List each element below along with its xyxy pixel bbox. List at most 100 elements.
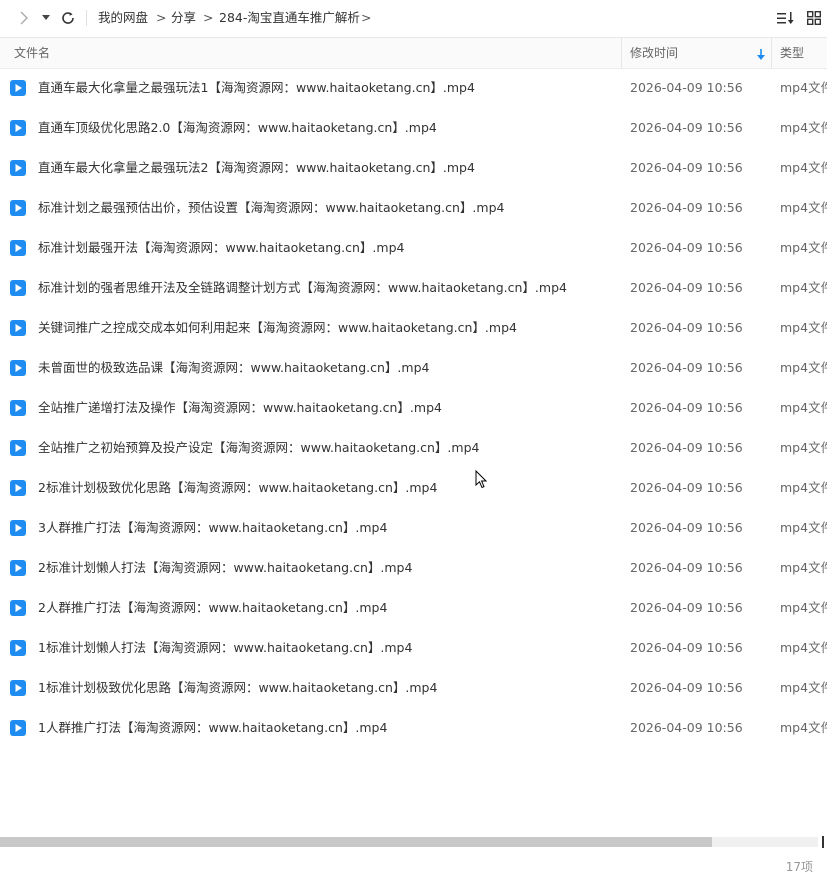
breadcrumb-separator: >	[156, 10, 167, 25]
file-type: mp4文件	[780, 520, 827, 535]
video-file-icon	[10, 400, 26, 416]
breadcrumb-separator: >	[361, 10, 372, 25]
file-modified-time: 2026-04-09 10:56	[630, 720, 743, 735]
column-name-header[interactable]: 文件名	[14, 38, 50, 68]
file-modified-time: 2026-04-09 10:56	[630, 360, 743, 375]
column-divider[interactable]	[771, 38, 772, 68]
video-file-icon	[10, 720, 26, 736]
file-row[interactable]: 全站推广之初始预算及投产设定【海淘资源网：www.haitaoketang.cn…	[0, 428, 827, 468]
file-modified-time: 2026-04-09 10:56	[630, 520, 743, 535]
file-modified-time: 2026-04-09 10:56	[630, 80, 743, 95]
toolbar: 我的网盘 > 分享 > 284-淘宝直通车推广解析 >	[0, 0, 827, 36]
video-file-icon	[10, 680, 26, 696]
file-name: 标准计划最强开法【海淘资源网：www.haitaoketang.cn】.mp4	[38, 240, 405, 255]
video-file-icon	[10, 360, 26, 376]
file-modified-time: 2026-04-09 10:56	[630, 480, 743, 495]
breadcrumb-current-folder[interactable]: 284-淘宝直通车推广解析	[219, 9, 360, 27]
file-name: 3人群推广打法【海淘资源网：www.haitaoketang.cn】.mp4	[38, 520, 388, 535]
video-file-icon	[10, 160, 26, 176]
video-file-icon	[10, 600, 26, 616]
video-file-icon	[10, 320, 26, 336]
file-modified-time: 2026-04-09 10:56	[630, 640, 743, 655]
column-type-header[interactable]: 类型	[780, 38, 804, 68]
file-row[interactable]: 未曾面世的极致选品课【海淘资源网：www.haitaoketang.cn】.mp…	[0, 348, 827, 388]
file-type: mp4文件	[780, 440, 827, 455]
file-name: 1标准计划极致优化思路【海淘资源网：www.haitaoketang.cn】.m…	[38, 680, 438, 695]
file-modified-time: 2026-04-09 10:56	[630, 600, 743, 615]
breadcrumb-separator: >	[203, 10, 214, 25]
sort-list-icon[interactable]	[776, 0, 796, 36]
video-file-icon	[10, 520, 26, 536]
file-type: mp4文件	[780, 360, 827, 375]
column-modified-header[interactable]: 修改时间	[630, 38, 678, 68]
file-row[interactable]: 3人群推广打法【海淘资源网：www.haitaoketang.cn】.mp4 2…	[0, 508, 827, 548]
grid-view-icon[interactable]	[804, 0, 824, 36]
forward-icon[interactable]	[12, 0, 36, 36]
file-name: 直通车最大化拿量之最强玩法1【海淘资源网：www.haitaoketang.cn…	[38, 80, 475, 95]
file-name: 1人群推广打法【海淘资源网：www.haitaoketang.cn】.mp4	[38, 720, 388, 735]
file-type: mp4文件	[780, 560, 827, 575]
column-header: 文件名 修改时间 类型	[0, 37, 827, 69]
file-row[interactable]: 全站推广递增打法及操作【海淘资源网：www.haitaoketang.cn】.m…	[0, 388, 827, 428]
file-modified-time: 2026-04-09 10:56	[630, 440, 743, 455]
video-file-icon	[10, 120, 26, 136]
toolbar-divider	[86, 10, 87, 26]
file-name: 全站推广之初始预算及投产设定【海淘资源网：www.haitaoketang.cn…	[38, 440, 480, 455]
file-modified-time: 2026-04-09 10:56	[630, 200, 743, 215]
file-type: mp4文件	[780, 680, 827, 695]
file-name: 全站推广递增打法及操作【海淘资源网：www.haitaoketang.cn】.m…	[38, 400, 442, 415]
file-row[interactable]: 标准计划的强者思维开法及全链路调整计划方式【海淘资源网：www.haitaoke…	[0, 268, 827, 308]
horizontal-scrollbar[interactable]	[0, 837, 818, 847]
file-modified-time: 2026-04-09 10:56	[630, 400, 743, 415]
file-name: 未曾面世的极致选品课【海淘资源网：www.haitaoketang.cn】.mp…	[38, 360, 430, 375]
file-row[interactable]: 1人群推广打法【海淘资源网：www.haitaoketang.cn】.mp4 2…	[0, 708, 827, 748]
breadcrumb-my-drive[interactable]: 我的网盘	[98, 9, 148, 27]
file-row[interactable]: 直通车最大化拿量之最强玩法2【海淘资源网：www.haitaoketang.cn…	[0, 148, 827, 188]
video-file-icon	[10, 640, 26, 656]
history-dropdown-icon[interactable]	[38, 0, 54, 36]
file-name: 标准计划的强者思维开法及全链路调整计划方式【海淘资源网：www.haitaoke…	[38, 280, 567, 295]
file-row[interactable]: 标准计划之最强预估出价，预估设置【海淘资源网：www.haitaoketang.…	[0, 188, 827, 228]
file-type: mp4文件	[780, 200, 827, 215]
file-modified-time: 2026-04-09 10:56	[630, 160, 743, 175]
column-divider[interactable]	[621, 38, 622, 68]
file-type: mp4文件	[780, 80, 827, 95]
video-file-icon	[10, 80, 26, 96]
mouse-cursor-icon	[475, 470, 487, 489]
file-type: mp4文件	[780, 480, 827, 495]
file-name: 2标准计划懒人打法【海淘资源网：www.haitaoketang.cn】.mp4	[38, 560, 413, 575]
file-type: mp4文件	[780, 720, 827, 735]
file-type: mp4文件	[780, 600, 827, 615]
item-count: 17项	[785, 860, 813, 874]
file-list: 直通车最大化拿量之最强玩法1【海淘资源网：www.haitaoketang.cn…	[0, 68, 827, 748]
file-name: 直通车顶级优化思路2.0【海淘资源网：www.haitaoketang.cn】.…	[38, 120, 437, 135]
file-row[interactable]: 关键词推广之控成交成本如何利用起来【海淘资源网：www.haitaoketang…	[0, 308, 827, 348]
video-file-icon	[10, 480, 26, 496]
horizontal-scrollbar-thumb[interactable]	[0, 837, 712, 847]
file-row[interactable]: 1标准计划懒人打法【海淘资源网：www.haitaoketang.cn】.mp4…	[0, 628, 827, 668]
file-row[interactable]: 1标准计划极致优化思路【海淘资源网：www.haitaoketang.cn】.m…	[0, 668, 827, 708]
file-type: mp4文件	[780, 240, 827, 255]
video-file-icon	[10, 200, 26, 216]
file-name: 1标准计划懒人打法【海淘资源网：www.haitaoketang.cn】.mp4	[38, 640, 413, 655]
file-type: mp4文件	[780, 280, 827, 295]
file-row[interactable]: 标准计划最强开法【海淘资源网：www.haitaoketang.cn】.mp4 …	[0, 228, 827, 268]
refresh-icon[interactable]	[58, 0, 78, 36]
breadcrumb-share[interactable]: 分享	[171, 9, 196, 27]
file-modified-time: 2026-04-09 10:56	[630, 560, 743, 575]
file-row[interactable]: 直通车顶级优化思路2.0【海淘资源网：www.haitaoketang.cn】.…	[0, 108, 827, 148]
file-row[interactable]: 2人群推广打法【海淘资源网：www.haitaoketang.cn】.mp4 2…	[0, 588, 827, 628]
video-file-icon	[10, 240, 26, 256]
file-modified-time: 2026-04-09 10:56	[630, 320, 743, 335]
file-row[interactable]: 2标准计划极致优化思路【海淘资源网：www.haitaoketang.cn】.m…	[0, 468, 827, 508]
file-modified-time: 2026-04-09 10:56	[630, 120, 743, 135]
video-file-icon	[10, 560, 26, 576]
file-type: mp4文件	[780, 640, 827, 655]
file-row[interactable]: 直通车最大化拿量之最强玩法1【海淘资源网：www.haitaoketang.cn…	[0, 68, 827, 108]
file-type: mp4文件	[780, 400, 827, 415]
scrollbar-edge-marker	[822, 836, 824, 848]
file-name: 关键词推广之控成交成本如何利用起来【海淘资源网：www.haitaoketang…	[38, 320, 517, 335]
video-file-icon	[10, 280, 26, 296]
file-type: mp4文件	[780, 160, 827, 175]
file-row[interactable]: 2标准计划懒人打法【海淘资源网：www.haitaoketang.cn】.mp4…	[0, 548, 827, 588]
